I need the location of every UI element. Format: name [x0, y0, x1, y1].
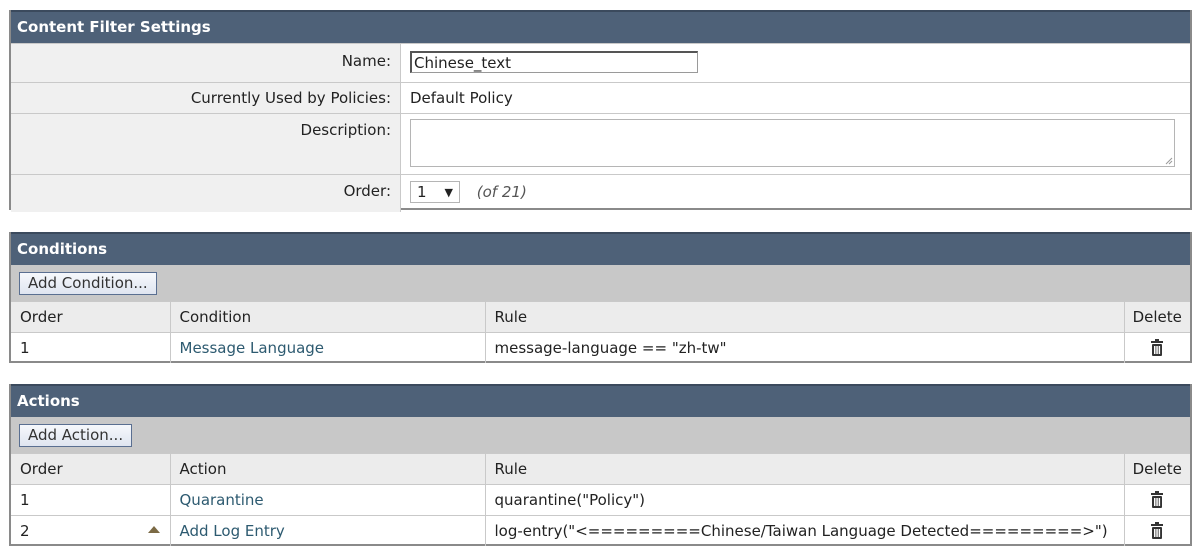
actions-toolbar: Add Action... — [11, 417, 1190, 453]
dropdown-arrow-icon: ▼ — [444, 185, 453, 199]
column-header-order: Order — [11, 301, 171, 333]
order-label: Order: — [11, 175, 401, 212]
column-header-delete: Delete — [1124, 301, 1190, 333]
condition-link[interactable]: Message Language — [180, 339, 325, 357]
table-row: 1 Quarantine quarantine("Policy") — [11, 484, 1190, 516]
description-textarea[interactable] — [410, 119, 1175, 167]
column-header-condition: Condition — [170, 301, 486, 333]
table-row: 1 Message Language message-language == "… — [11, 332, 1190, 363]
policies-label: Currently Used by Policies: — [11, 83, 401, 113]
conditions-table: Order Condition Rule Delete 1 Message La… — [11, 301, 1190, 363]
move-up-arrow-icon[interactable] — [147, 526, 160, 533]
conditions-panel-title: Conditions — [11, 232, 1190, 265]
content-filter-settings-panel: Content Filter Settings Name: Currently … — [9, 10, 1192, 212]
policies-value: Default Policy — [410, 89, 513, 107]
action-rule: log-entry("<=========Chinese/Taiwan Lang… — [485, 515, 1125, 546]
table-header-row: Order Condition Rule Delete — [11, 301, 1190, 333]
column-header-rule: Rule — [485, 301, 1125, 333]
trash-icon[interactable] — [1149, 522, 1165, 540]
action-link[interactable]: Add Log Entry — [180, 522, 285, 540]
trash-icon[interactable] — [1149, 491, 1165, 509]
conditions-toolbar: Add Condition... — [11, 265, 1190, 301]
table-header-row: Order Action Rule Delete — [11, 453, 1190, 485]
name-label: Name: — [11, 44, 401, 82]
actions-panel-title: Actions — [11, 384, 1190, 417]
order-total: (of 21) — [476, 183, 527, 201]
settings-panel-title: Content Filter Settings — [11, 10, 1190, 43]
column-header-delete: Delete — [1124, 453, 1190, 485]
description-label: Description: — [11, 114, 401, 174]
actions-panel: Actions Add Action... Order Action Rule … — [9, 384, 1192, 546]
action-link[interactable]: Quarantine — [180, 491, 264, 509]
resize-grip-icon[interactable] — [1165, 157, 1173, 165]
order-select[interactable]: 1 ▼ — [410, 181, 460, 203]
add-condition-button[interactable]: Add Condition... — [19, 272, 157, 295]
action-order: 1 — [11, 484, 171, 516]
table-row: 2 Add Log Entry log-entry("<=========Chi… — [11, 515, 1190, 546]
add-action-button[interactable]: Add Action... — [19, 424, 133, 447]
conditions-panel: Conditions Add Condition... Order Condit… — [9, 232, 1192, 363]
action-rule: quarantine("Policy") — [485, 484, 1125, 516]
actions-table: Order Action Rule Delete 1 Quarantine qu… — [11, 453, 1190, 546]
action-order: 2 — [20, 522, 30, 540]
order-select-value: 1 — [417, 183, 427, 201]
column-header-action: Action — [170, 453, 486, 485]
trash-icon[interactable] — [1149, 339, 1165, 357]
column-header-rule: Rule — [485, 453, 1125, 485]
name-input[interactable] — [410, 51, 698, 73]
condition-rule: message-language == "zh-tw" — [485, 332, 1125, 363]
column-header-order: Order — [11, 453, 171, 485]
condition-order: 1 — [11, 332, 171, 363]
